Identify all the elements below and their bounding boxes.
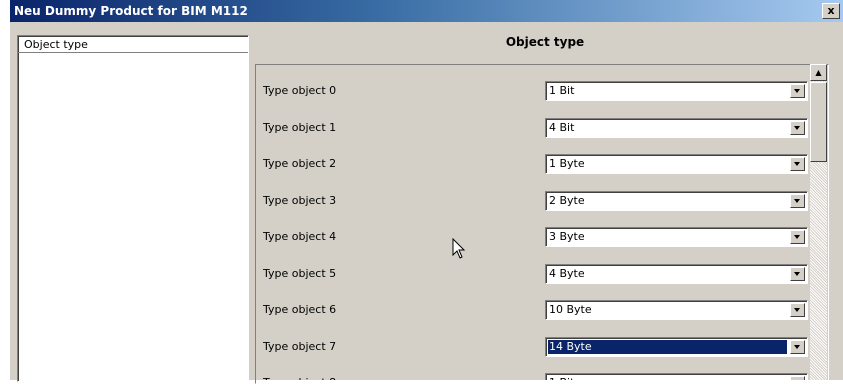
select-value: 3 Byte: [549, 230, 585, 243]
select-value: 14 Byte: [548, 339, 787, 354]
parameter-label: Type object 8: [263, 376, 336, 380]
chevron-down-icon[interactable]: [790, 157, 805, 171]
type-select[interactable]: 4 Bit: [545, 117, 808, 138]
parameter-label: Type object 7: [263, 339, 337, 353]
select-value: 1 Bit: [549, 84, 575, 97]
select-value: 1 Byte: [549, 157, 585, 170]
parameter-row: Type object 8 1 Bit: [263, 373, 823, 380]
parameter-row: Type object 3 2 Byte: [263, 190, 823, 211]
chevron-down-icon[interactable]: [790, 303, 805, 317]
parameter-row: Type object 7 14 Byte: [263, 336, 823, 357]
parameter-row: Type object 4 3 Byte: [263, 227, 823, 247]
vertical-scrollbar[interactable]: ▲: [810, 64, 827, 380]
chevron-down-icon[interactable]: [790, 339, 805, 354]
type-select[interactable]: 10 Byte: [545, 300, 808, 320]
parameter-label: Type object 5: [263, 266, 337, 280]
parameter-row: Type object 5 4 Byte: [263, 263, 823, 284]
parameter-label: Type object 1: [263, 120, 337, 134]
chevron-down-icon[interactable]: [790, 230, 805, 244]
select-value: 4 Byte: [549, 266, 585, 280]
parameter-row: Type object 6 10 Byte: [263, 300, 823, 320]
select-value: 10 Byte: [549, 303, 592, 316]
parameter-label: Type object 6: [263, 303, 337, 316]
type-select[interactable]: 2 Byte: [545, 190, 808, 211]
select-value: 2 Byte: [549, 193, 585, 207]
parameter-row: Type object 1 4 Bit: [263, 117, 823, 138]
select-value: 4 Bit: [549, 120, 575, 134]
mouse-pointer-icon: [452, 238, 466, 259]
select-value: 1 Bit: [549, 376, 574, 380]
type-select[interactable]: 1 Byte: [545, 154, 808, 174]
type-select[interactable]: 1 Bit: [545, 373, 808, 380]
chevron-down-icon[interactable]: [790, 376, 805, 380]
parameter-row: Type object 0 1 Bit: [263, 81, 823, 101]
chevron-down-icon[interactable]: [790, 120, 805, 135]
chevron-down-icon[interactable]: [790, 266, 805, 281]
parameter-label: Type object 4: [263, 230, 337, 243]
scroll-thumb[interactable]: [810, 82, 827, 162]
type-select[interactable]: 4 Byte: [545, 263, 808, 284]
chevron-down-icon[interactable]: [790, 193, 805, 208]
scroll-up-button[interactable]: ▲: [810, 64, 827, 81]
type-select[interactable]: 3 Byte: [545, 227, 808, 247]
parameter-label: Type object 2: [263, 157, 337, 170]
parameter-label: Type object 3: [263, 193, 337, 207]
arrow-up-icon: ▲: [815, 68, 822, 77]
parameter-label: Type object 0: [263, 84, 337, 97]
type-select[interactable]: 14 Byte: [545, 336, 808, 357]
type-select[interactable]: 1 Bit: [545, 81, 808, 101]
parameter-row: Type object 2 1 Byte: [263, 154, 823, 174]
chevron-down-icon[interactable]: [790, 84, 805, 98]
